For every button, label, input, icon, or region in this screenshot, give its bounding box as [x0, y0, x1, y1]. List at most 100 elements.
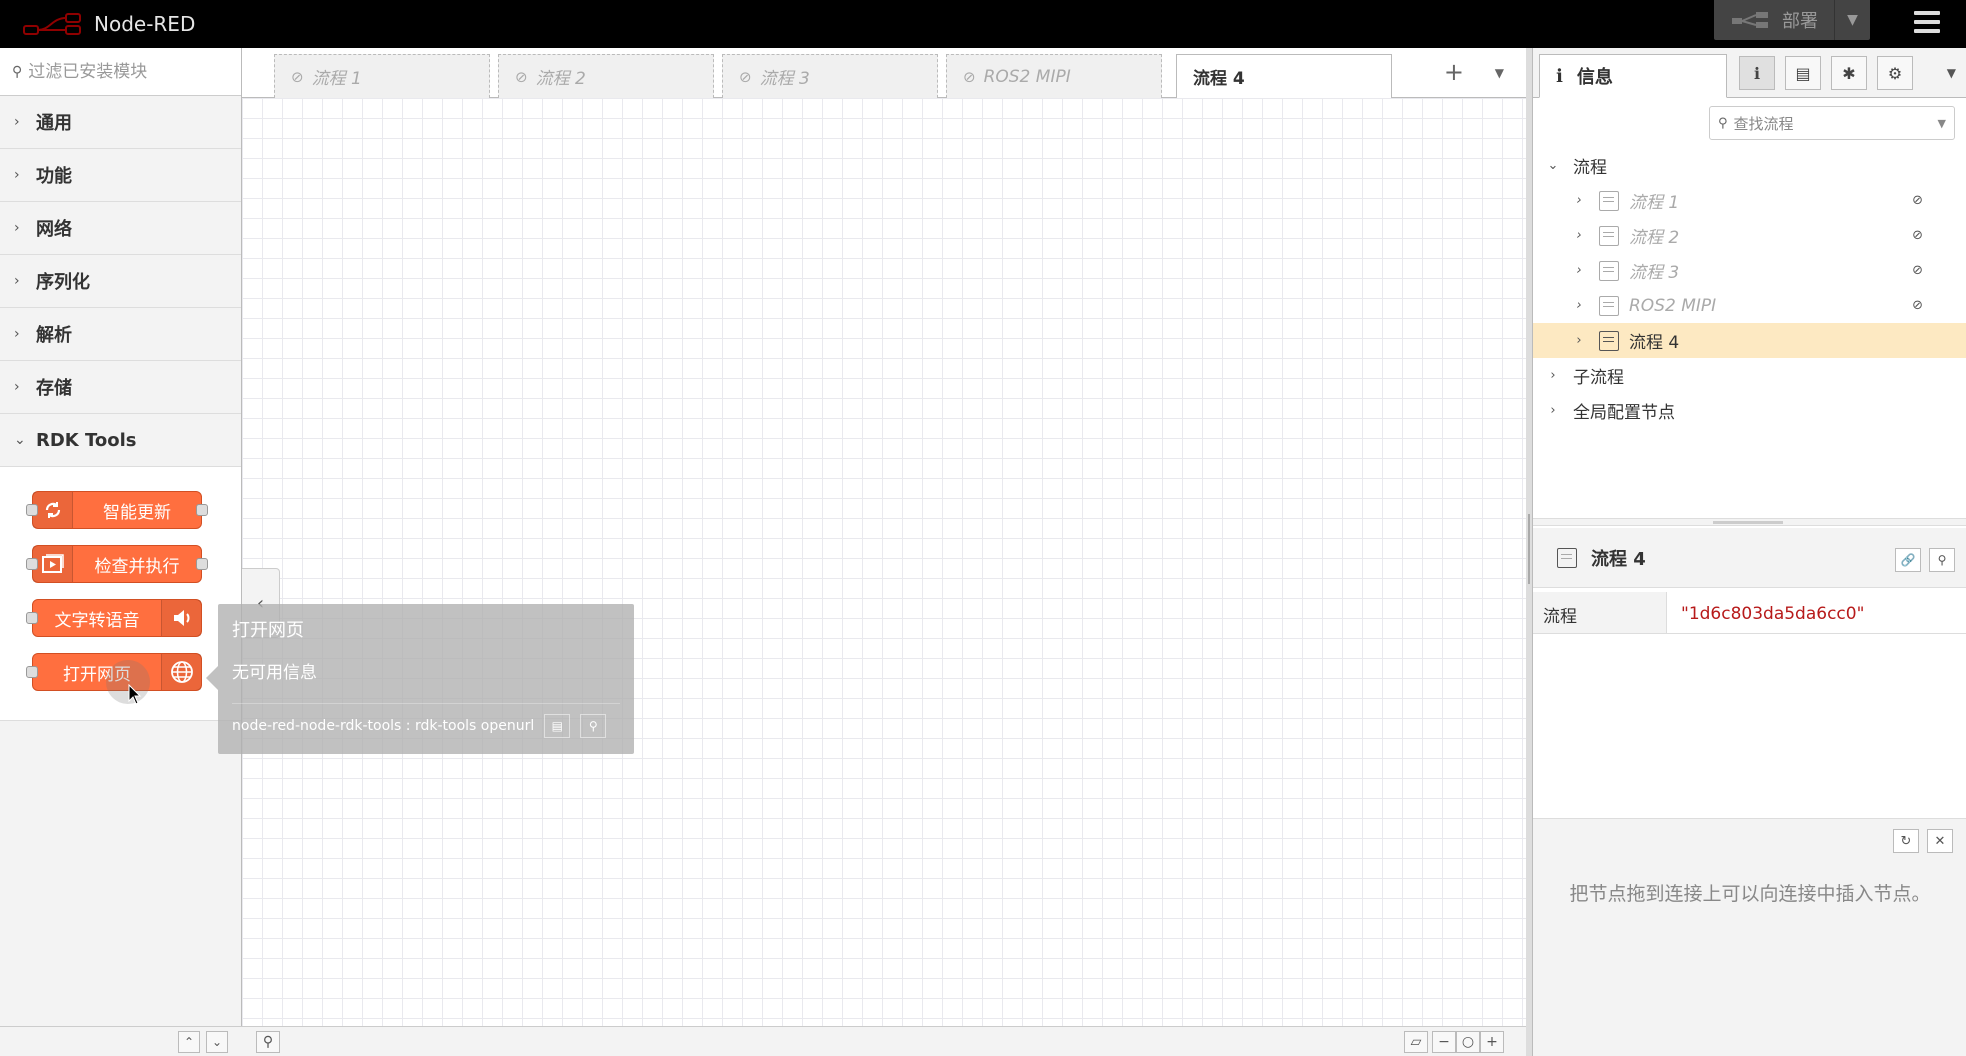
- search-icon: ⚲: [12, 63, 23, 80]
- palette-category-common[interactable]: › 通用: [0, 96, 241, 149]
- node-label: 检查并执行: [94, 556, 180, 577]
- sidebar: ℹ 信息 ℹ ▤ ✱ ⚙ ▼ ⚲ 查找流程 ▼ ⌄ 流程 › 流程 1 ⊘ › …: [1532, 48, 1966, 1056]
- chevron-right-icon: ›: [1550, 403, 1556, 418]
- tab-ros2-mipi[interactable]: ⊘ ROS2 MIPI: [946, 54, 1162, 98]
- tree-item-flow-3[interactable]: › 流程 3 ⊘: [1533, 253, 1966, 288]
- palette-node-check-execute[interactable]: 检查并执行: [26, 545, 208, 583]
- palette-category-sequence[interactable]: › 序列化: [0, 255, 241, 308]
- tree-item-flow-1[interactable]: › 流程 1 ⊘: [1533, 183, 1966, 218]
- book-icon[interactable]: ▤: [544, 714, 571, 738]
- hamburger-icon: [1914, 11, 1940, 15]
- flow-tree: ⌄ 流程 › 流程 1 ⊘ › 流程 2 ⊘ › 流程 3 ⊘ › ROS2 M…: [1533, 148, 1966, 428]
- globe-icon: [161, 654, 201, 690]
- close-icon[interactable]: ✕: [1927, 829, 1953, 853]
- refresh-icon[interactable]: ↻: [1893, 829, 1919, 853]
- sidebar-menu-caret-icon[interactable]: ▼: [1947, 66, 1956, 80]
- properties-title: 流程 4: [1591, 548, 1646, 570]
- disabled-icon: ⊘: [1912, 298, 1923, 313]
- tree-item-flow-4[interactable]: › 流程 4: [1533, 323, 1966, 358]
- palette-node-smart-update[interactable]: 智能更新: [26, 491, 208, 529]
- palette-search: ⚲: [0, 48, 241, 96]
- palette-category-function[interactable]: › 功能: [0, 149, 241, 202]
- tree-item-ros2-mipi[interactable]: › ROS2 MIPI ⊘: [1533, 288, 1966, 323]
- palette-category-storage[interactable]: › 存储: [0, 361, 241, 414]
- tree-root-flows[interactable]: ⌄ 流程: [1533, 148, 1966, 183]
- mouse-pointer-icon: [128, 684, 142, 705]
- app-logo: Node-RED: [22, 8, 195, 40]
- search-icon[interactable]: ⚲: [256, 1031, 280, 1053]
- speaker-icon: [161, 600, 201, 636]
- properties-header: 流程 4 🔗 ⚲: [1533, 528, 1966, 588]
- flow-icon: [1599, 225, 1619, 246]
- node-red-logo-icon: [23, 13, 81, 35]
- add-tab-plus-icon[interactable]: +: [1444, 58, 1464, 86]
- input-port: [26, 558, 38, 570]
- property-value[interactable]: "1d6c803da5da6cc0": [1667, 592, 1864, 633]
- tooltip-title: 打开网页: [232, 620, 304, 641]
- tab-list-caret-icon[interactable]: ▼: [1495, 66, 1504, 80]
- flow-icon: [1599, 190, 1619, 211]
- search-icon[interactable]: ⚲: [580, 714, 607, 738]
- zoom-reset-icon[interactable]: ○: [1456, 1031, 1480, 1053]
- chevron-down-icon: ⌄: [1547, 158, 1559, 173]
- zoom-out-icon[interactable]: −: [1432, 1031, 1456, 1053]
- info-tab-icon[interactable]: ℹ: [1739, 56, 1775, 90]
- tab-flow-3[interactable]: ⊘ 流程 3: [722, 54, 938, 98]
- tree-root-subflows[interactable]: › 子流程: [1533, 358, 1966, 393]
- chevron-right-icon: ›: [1576, 263, 1582, 278]
- palette-node-tts[interactable]: 文字转语音: [26, 599, 202, 637]
- collapse-all-button[interactable]: ⌃: [178, 1031, 200, 1053]
- flow-icon: [1599, 330, 1619, 351]
- info-icon: ℹ: [1556, 65, 1563, 87]
- tab-flow-1[interactable]: ⊘ 流程 1: [274, 54, 490, 98]
- chevron-down-icon: ⌄: [14, 432, 26, 448]
- main-menu-button[interactable]: [1910, 8, 1944, 36]
- deploy-menu-caret-icon[interactable]: ▼: [1834, 0, 1870, 40]
- input-port: [26, 666, 38, 678]
- flow-search-input[interactable]: ⚲ 查找流程 ▼: [1709, 106, 1955, 140]
- property-key: 流程: [1533, 592, 1667, 633]
- chevron-right-icon: ›: [14, 114, 20, 130]
- tab-flow-4[interactable]: 流程 4: [1176, 54, 1392, 99]
- palette-category-parser[interactable]: › 解析: [0, 308, 241, 361]
- chevron-right-icon: ›: [14, 326, 20, 342]
- palette-category-rdk-tools[interactable]: ⌄ RDK Tools: [0, 414, 241, 467]
- deploy-button[interactable]: 部署 ▼: [1714, 0, 1870, 40]
- config-gear-icon[interactable]: ⚙: [1877, 56, 1913, 90]
- tips-panel: ↻ ✕ 把节点拖到连接上可以向连接中插入节点。: [1533, 818, 1966, 1056]
- panel-resize-handle[interactable]: [1533, 518, 1966, 526]
- help-book-icon[interactable]: ▤: [1785, 56, 1821, 90]
- tooltip-body: 无可用信息: [232, 663, 317, 683]
- navigator-map-icon[interactable]: ▱: [1404, 1031, 1428, 1053]
- node-palette: ⚲ ›通用 ›功能 ›网络 ›序列化 ›解析 ›存储 ⌄RDK Tools 智能…: [0, 48, 242, 1056]
- tab-flow-2[interactable]: ⊘ 流程 2: [498, 54, 714, 98]
- chevron-right-icon: ›: [1576, 228, 1582, 243]
- search-icon[interactable]: ⚲: [1929, 548, 1955, 572]
- zoom-in-icon[interactable]: +: [1480, 1031, 1504, 1053]
- chevron-down-icon: ▼: [1937, 116, 1946, 130]
- app-title: Node-RED: [94, 12, 196, 36]
- tip-text: 把节点拖到连接上可以向连接中插入节点。: [1569, 883, 1931, 905]
- tab-info[interactable]: ℹ 信息: [1539, 54, 1727, 98]
- workspace-footer: ⚲ ▱ − ○ +: [242, 1026, 1526, 1056]
- chevron-right-icon: ›: [14, 220, 20, 236]
- chevron-right-icon: ›: [1576, 298, 1582, 313]
- tree-item-flow-2[interactable]: › 流程 2 ⊘: [1533, 218, 1966, 253]
- node-label: 文字转语音: [54, 610, 140, 631]
- chevron-right-icon: ›: [1550, 368, 1556, 383]
- flow-canvas[interactable]: ‹: [242, 98, 1526, 1026]
- palette-category-network[interactable]: › 网络: [0, 202, 241, 255]
- chevron-right-icon: ›: [1576, 193, 1582, 208]
- palette-search-input[interactable]: [28, 61, 229, 82]
- play-icon: [33, 546, 73, 582]
- chevron-right-icon: ›: [14, 167, 20, 183]
- flow-icon: [1557, 547, 1577, 568]
- expand-all-button[interactable]: ⌄: [206, 1031, 228, 1053]
- link-icon[interactable]: 🔗: [1895, 548, 1921, 572]
- chevron-right-icon: ›: [1576, 333, 1582, 348]
- disabled-icon: ⊘: [1912, 263, 1923, 278]
- tree-root-global-config[interactable]: › 全局配置节点: [1533, 393, 1966, 428]
- debug-bug-icon[interactable]: ✱: [1831, 56, 1867, 90]
- disabled-icon: ⊘: [963, 67, 976, 86]
- flow-icon: [1599, 295, 1619, 316]
